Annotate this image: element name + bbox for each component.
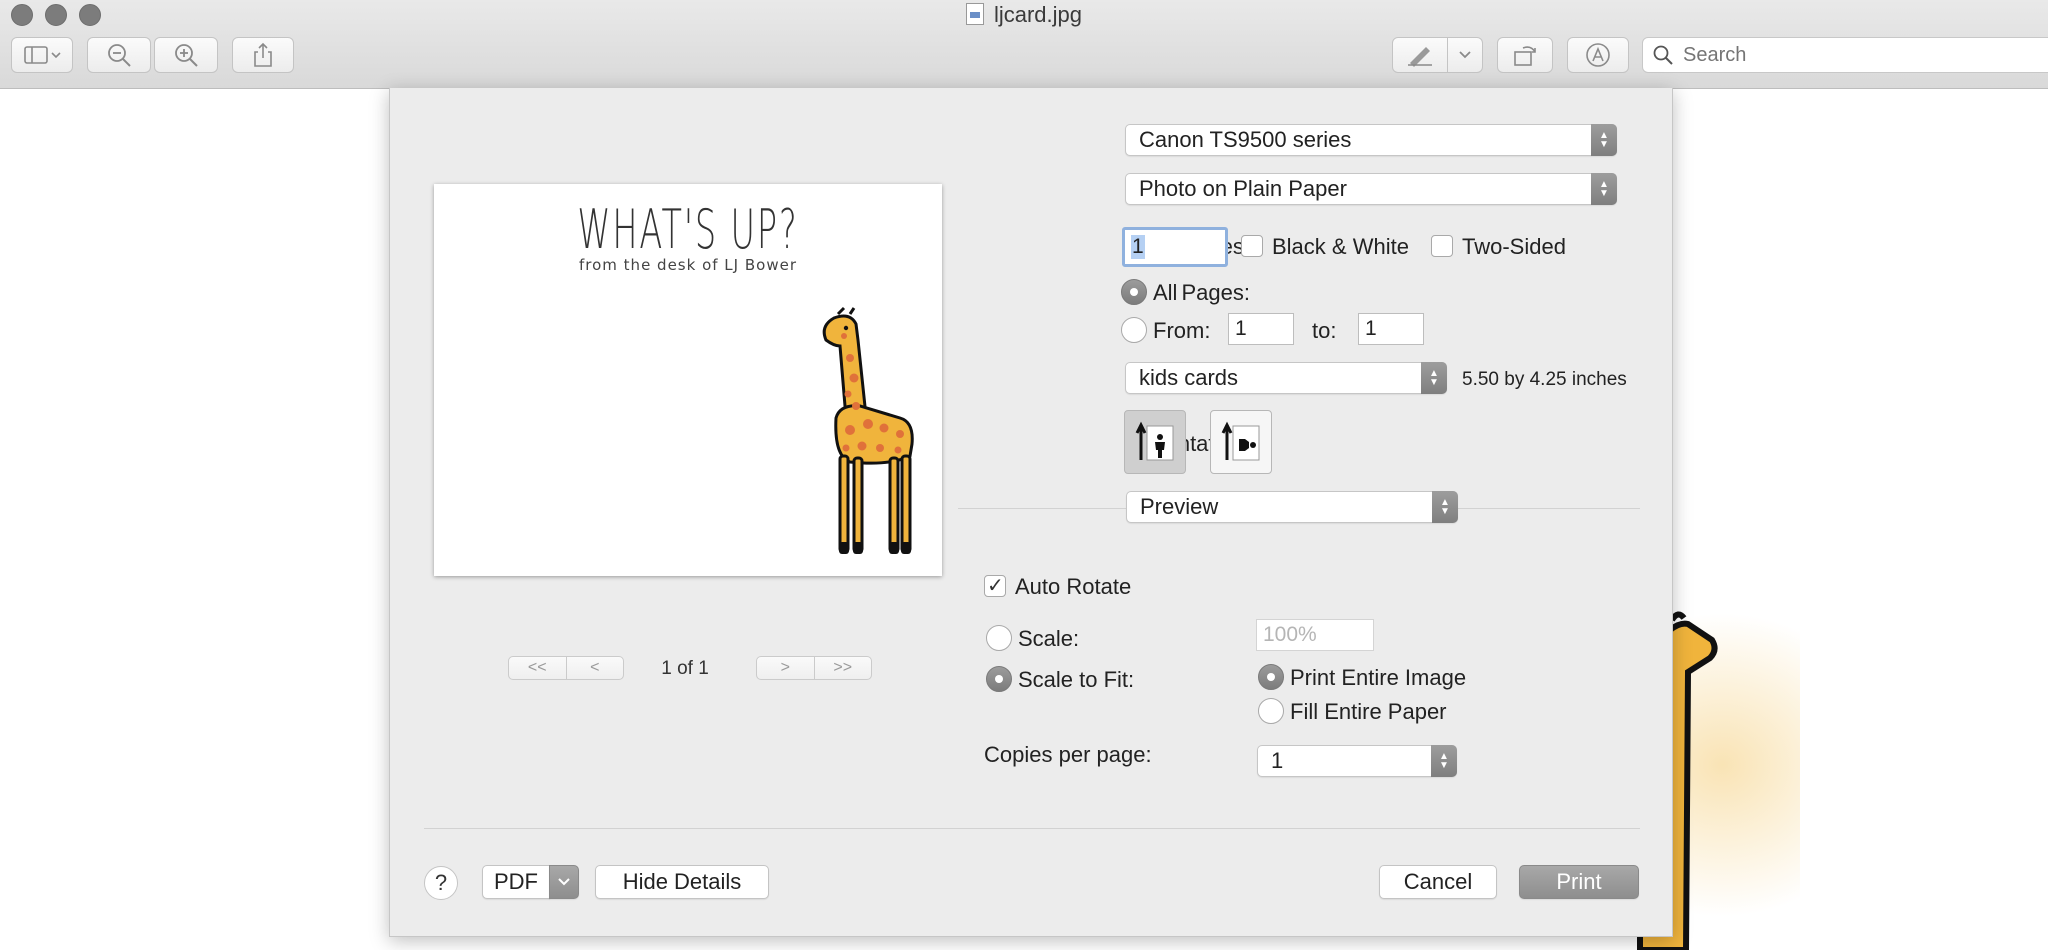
section-select[interactable]: Preview ▲ ▼ bbox=[1126, 491, 1458, 523]
updown-arrows-icon: ▲ ▼ bbox=[1591, 124, 1617, 156]
page-counter: 1 of 1 bbox=[661, 658, 709, 679]
markup-pen-icon bbox=[1408, 47, 1432, 67]
auto-rotate-label: Auto Rotate bbox=[1015, 574, 1132, 599]
updown-arrows-icon: ▲ ▼ bbox=[1431, 745, 1457, 777]
rotate-button[interactable] bbox=[1497, 37, 1553, 73]
print-button[interactable]: Print bbox=[1519, 865, 1639, 899]
fill-entire-paper-label: Fill Entire Paper bbox=[1290, 699, 1447, 724]
sidebar-icon bbox=[24, 46, 61, 64]
zoom-out-icon bbox=[108, 44, 131, 67]
pages-to-input[interactable]: 1 bbox=[1358, 313, 1424, 345]
portrait-person-icon bbox=[1135, 421, 1174, 461]
orientation-portrait-button[interactable] bbox=[1124, 410, 1186, 474]
presets-select[interactable]: Photo on Plain Paper ▲ ▼ bbox=[1125, 173, 1617, 205]
card-title: WHAT'S UP? bbox=[577, 198, 799, 261]
section-value: Preview bbox=[1140, 494, 1219, 519]
search-icon bbox=[1653, 45, 1673, 65]
print-entire-image-radio[interactable] bbox=[1258, 664, 1284, 690]
copies-per-page-label: Copies per page: bbox=[984, 742, 1152, 767]
search-field[interactable] bbox=[1642, 37, 2048, 73]
scale-label: Scale: bbox=[1018, 626, 1080, 651]
copies-value: 1 bbox=[1131, 235, 1145, 259]
auto-rotate-checkbox[interactable] bbox=[984, 573, 1006, 597]
fill-entire-paper-radio[interactable] bbox=[1258, 698, 1284, 724]
presets-value: Photo on Plain Paper bbox=[1139, 176, 1347, 201]
chevron-down-icon bbox=[558, 878, 570, 886]
orientation-landscape-button[interactable] bbox=[1210, 410, 1272, 474]
pdf-button[interactable]: PDF bbox=[482, 865, 550, 899]
pdf-menu-button[interactable] bbox=[549, 865, 579, 899]
card-subtitle: from the desk of LJ Bower bbox=[579, 256, 797, 274]
giraffe-illustration bbox=[822, 306, 914, 554]
printer-select[interactable]: Canon TS9500 series ▲ ▼ bbox=[1125, 124, 1617, 156]
chevron-down-icon bbox=[1459, 51, 1471, 59]
pages-to-value: 1 bbox=[1365, 317, 1377, 340]
pages-from-radio[interactable] bbox=[1121, 317, 1147, 343]
print-entire-image-label: Print Entire Image bbox=[1290, 665, 1467, 690]
orientation-label: Orientation: bbox=[1136, 431, 1250, 456]
window-title: ljcard.jpg bbox=[993, 2, 1083, 27]
scale-radio[interactable] bbox=[986, 625, 1012, 651]
paper-size-value: kids cards bbox=[1139, 365, 1239, 390]
share-button[interactable] bbox=[232, 37, 294, 73]
two-sided-label: Two-Sided bbox=[1462, 234, 1566, 259]
page-nav-forward-group: > >> bbox=[756, 656, 872, 680]
paper-size-dimensions: 5.50 by 4.25 inches bbox=[1462, 369, 1627, 390]
annotate-icon bbox=[1586, 43, 1610, 67]
black-white-label: Black & White bbox=[1272, 234, 1409, 259]
footer-divider-line bbox=[424, 828, 1640, 829]
markup-menu-button[interactable] bbox=[1447, 37, 1483, 73]
markup-button[interactable] bbox=[1392, 37, 1448, 73]
pages-all-label: All bbox=[1153, 280, 1178, 305]
next-page-button[interactable]: > bbox=[757, 657, 814, 679]
pages-all-radio[interactable] bbox=[1121, 279, 1147, 305]
copies-per-page-value: 1 bbox=[1271, 748, 1284, 773]
zoom-in-button[interactable] bbox=[154, 37, 218, 73]
cancel-button[interactable]: Cancel bbox=[1379, 865, 1497, 899]
share-icon bbox=[254, 42, 272, 67]
paper-size-select[interactable]: kids cards ▲ ▼ bbox=[1125, 362, 1447, 394]
help-button[interactable]: ? bbox=[424, 866, 458, 900]
scale-to-fit-radio[interactable] bbox=[986, 666, 1012, 692]
print-dialog: WHAT'S UP? from the desk of LJ Bower << … bbox=[389, 88, 1673, 937]
copies-per-page-select[interactable]: 1 ▲ ▼ bbox=[1257, 745, 1457, 777]
zoom-in-icon bbox=[175, 44, 198, 67]
pages-to-label: to: bbox=[1312, 318, 1337, 343]
search-input[interactable] bbox=[1681, 42, 1985, 68]
sidebar-toggle-button[interactable] bbox=[11, 37, 73, 73]
document-icon bbox=[965, 3, 984, 25]
pages-label: Pages: bbox=[1181, 280, 1251, 305]
last-page-button[interactable]: >> bbox=[813, 657, 872, 679]
updown-arrows-icon: ▲ ▼ bbox=[1432, 491, 1458, 523]
scale-to-fit-label: Scale to Fit: bbox=[1018, 667, 1135, 692]
first-page-button[interactable]: << bbox=[509, 657, 566, 679]
window-title-container: ljcard.jpg bbox=[0, 0, 2048, 30]
landscape-person-icon bbox=[1221, 421, 1260, 461]
scale-input[interactable]: 100% bbox=[1256, 619, 1374, 651]
pages-from-value: 1 bbox=[1235, 317, 1247, 340]
updown-arrows-icon: ▲ ▼ bbox=[1421, 362, 1447, 394]
two-sided-checkbox[interactable] bbox=[1431, 235, 1453, 257]
printer-value: Canon TS9500 series bbox=[1139, 127, 1352, 152]
pages-from-input[interactable]: 1 bbox=[1228, 313, 1294, 345]
black-white-checkbox[interactable] bbox=[1241, 235, 1263, 257]
scale-value: 100% bbox=[1263, 623, 1317, 646]
pages-from-label: From: bbox=[1153, 318, 1211, 343]
previous-page-button[interactable]: < bbox=[565, 657, 624, 679]
rotate-icon bbox=[1514, 46, 1536, 66]
updown-arrows-icon: ▲ ▼ bbox=[1591, 173, 1617, 205]
hide-details-button[interactable]: Hide Details bbox=[595, 865, 769, 899]
copies-input[interactable]: 1 bbox=[1122, 227, 1228, 267]
window-titlebar: ljcard.jpg bbox=[0, 0, 2048, 89]
zoom-out-button[interactable] bbox=[87, 37, 151, 73]
print-preview-page: WHAT'S UP? from the desk of LJ Bower bbox=[434, 184, 942, 576]
annotate-button[interactable] bbox=[1567, 37, 1629, 73]
page-nav-back-group: << < bbox=[508, 656, 624, 680]
